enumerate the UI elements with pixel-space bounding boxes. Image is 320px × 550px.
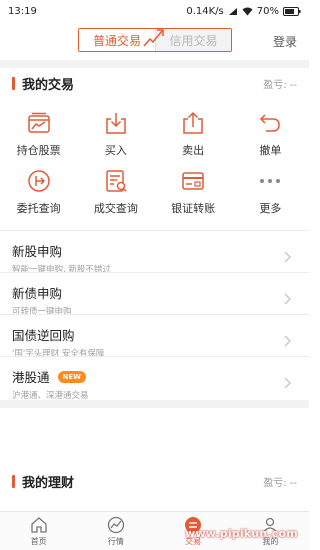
my-trade-header: 我的交易 盈亏: -- bbox=[0, 68, 309, 98]
network-speed: 0.14K/s bbox=[186, 5, 224, 17]
action-bank-transfer-label: 银证转账 bbox=[171, 202, 216, 215]
undo-arrow-icon bbox=[260, 114, 281, 132]
tab-market[interactable]: 行情 bbox=[77, 512, 154, 550]
status-right: 0.14K/s 70% bbox=[186, 6, 301, 17]
list-item-title: 新股申购 bbox=[12, 244, 63, 259]
tab-home-label: 首页 bbox=[30, 537, 47, 546]
market-icon bbox=[107, 516, 125, 534]
new-badge: NEW bbox=[57, 370, 86, 383]
section-divider bbox=[0, 400, 309, 408]
home-icon bbox=[30, 517, 47, 533]
action-holdings[interactable]: 持仓股票 bbox=[0, 106, 77, 164]
chevron-right-icon bbox=[284, 377, 291, 389]
battery-icon bbox=[283, 6, 301, 16]
sell-tray-icon bbox=[183, 111, 203, 134]
my-trade-title: 我的交易 bbox=[12, 74, 74, 93]
chevron-right-icon bbox=[284, 251, 291, 263]
section-divider bbox=[0, 60, 309, 68]
action-deal-query-label: 成交查询 bbox=[93, 202, 138, 215]
login-button[interactable]: 登录 bbox=[273, 33, 297, 50]
list-item-reverse-repo[interactable]: 国债逆回购 '国'字头理财 安全有保障 bbox=[0, 314, 309, 359]
action-order-query[interactable]: 委托查询 bbox=[0, 164, 77, 222]
watermark-text: www.pipikun.com bbox=[185, 527, 298, 540]
trend-arrow-icon bbox=[143, 29, 164, 47]
chevron-right-icon bbox=[284, 293, 291, 305]
wifi-icon bbox=[242, 7, 253, 15]
list-item-title: 国债逆回购 bbox=[12, 328, 75, 343]
chevron-right-icon bbox=[284, 335, 291, 347]
list-item-title: 港股通 NEW bbox=[12, 367, 86, 386]
top-bar: 普通交易 信用交易 登录 bbox=[0, 22, 309, 60]
list-item-title: 新债申购 bbox=[12, 286, 63, 301]
action-order-query-label: 委托查询 bbox=[16, 202, 61, 215]
sim-signal-icon bbox=[228, 7, 237, 15]
action-holdings-label: 持仓股票 bbox=[16, 144, 61, 157]
action-sell-label: 卖出 bbox=[182, 144, 205, 157]
deal-query-icon bbox=[106, 170, 127, 192]
my-finance-title-text: 我的理财 bbox=[22, 475, 75, 491]
service-list: 新股申购 智能一键申购, 新股不错过 新债申购 可转债一键申购 国债逆回购 '国… bbox=[0, 230, 309, 401]
more-dots-icon bbox=[260, 179, 281, 183]
tab-credit-trade[interactable]: 信用交易 bbox=[155, 29, 231, 51]
action-buy[interactable]: 买入 bbox=[77, 106, 154, 164]
tab-market-label: 行情 bbox=[107, 537, 124, 546]
list-item-hk-connect[interactable]: 港股通 NEW 沪港通、深港通交易 bbox=[0, 356, 309, 401]
my-trade-pnl: 盈亏: -- bbox=[263, 79, 297, 91]
my-finance-pnl: 盈亏: -- bbox=[263, 477, 297, 489]
action-deal-query[interactable]: 成交查询 bbox=[77, 164, 154, 222]
section-accent-bar bbox=[12, 474, 15, 488]
holdings-chart-icon bbox=[27, 112, 50, 133]
list-item-ipo-subscribe[interactable]: 新股申购 智能一键申购, 新股不错过 bbox=[0, 230, 309, 275]
my-finance-header: 我的理财 盈亏: -- bbox=[0, 466, 309, 496]
action-more[interactable]: 更多 bbox=[232, 164, 309, 222]
action-cancel-order-label: 撤单 bbox=[259, 144, 282, 157]
action-cancel-order[interactable]: 撤单 bbox=[232, 106, 309, 164]
action-bank-transfer[interactable]: 银证转账 bbox=[155, 164, 232, 222]
trade-action-grid: 持仓股票 买入 卖出 撤单 委托查询 成交查询 银证转账 更多 bbox=[0, 106, 309, 222]
my-trade-title-text: 我的交易 bbox=[22, 77, 75, 93]
section-accent-bar bbox=[12, 76, 15, 90]
battery-percent: 70% bbox=[256, 5, 279, 17]
bank-card-icon bbox=[182, 172, 204, 190]
tab-home[interactable]: 首页 bbox=[0, 512, 77, 550]
my-finance-title: 我的理财 bbox=[12, 472, 74, 491]
exit-circle-icon bbox=[27, 170, 50, 192]
action-buy-label: 买入 bbox=[104, 144, 127, 157]
list-item-bond-subscribe[interactable]: 新债申购 可转债一键申购 bbox=[0, 272, 309, 317]
action-sell[interactable]: 卖出 bbox=[155, 106, 232, 164]
status-bar: 13:19 0.14K/s 70% bbox=[0, 0, 309, 22]
buy-tray-icon bbox=[106, 113, 126, 134]
status-time: 13:19 bbox=[8, 5, 37, 17]
action-more-label: 更多 bbox=[259, 202, 282, 215]
